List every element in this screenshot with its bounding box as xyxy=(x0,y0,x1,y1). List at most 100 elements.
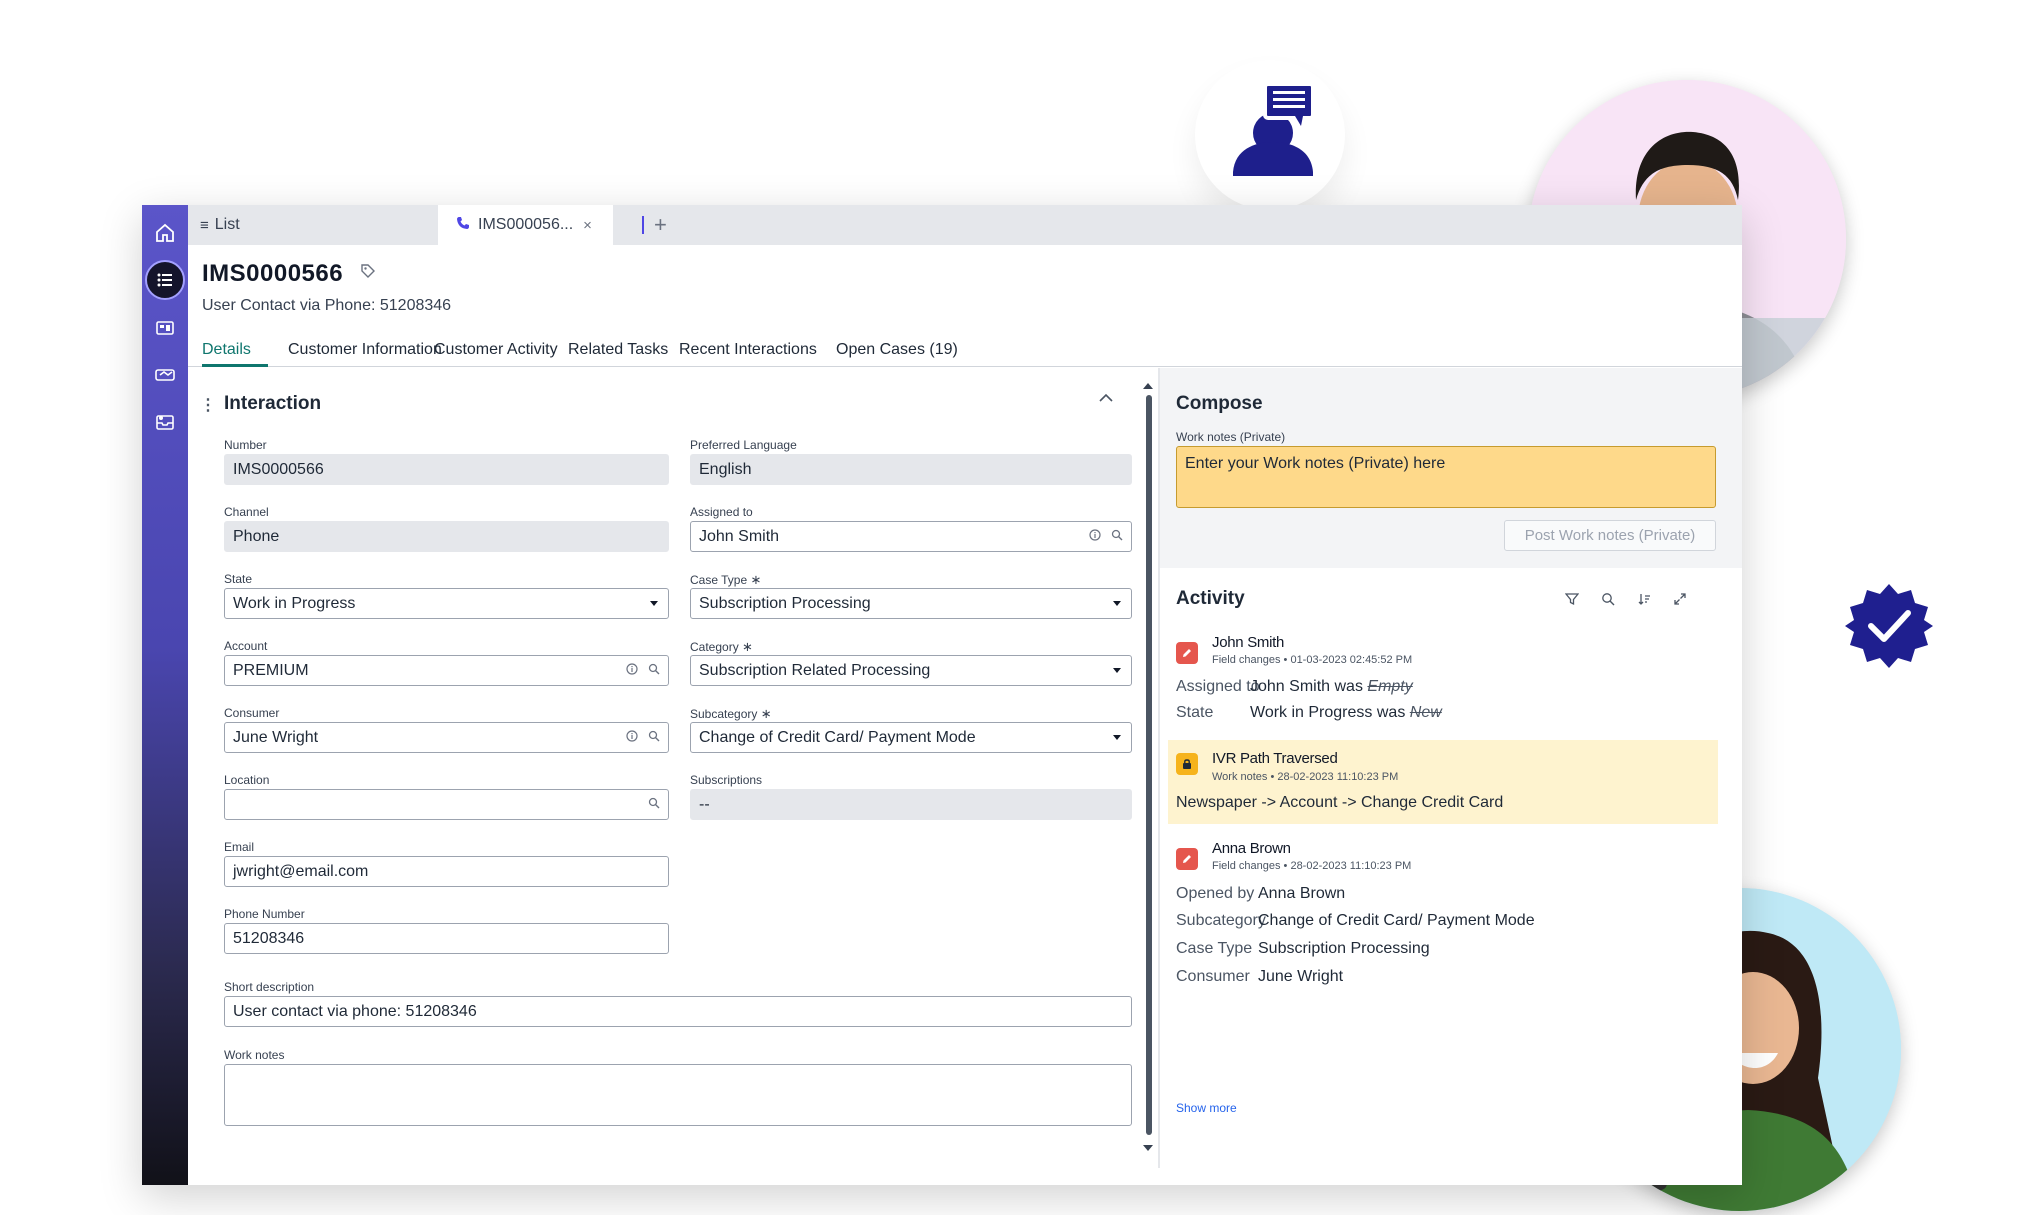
tab-recent-interactions[interactable]: Recent Interactions xyxy=(679,341,817,359)
tab-list[interactable]: ≡ List xyxy=(200,205,240,245)
consumer-field[interactable]: June Wright xyxy=(224,722,669,753)
activity-change-value: Anna Brown xyxy=(1258,885,1346,902)
state-select[interactable]: Work in Progress xyxy=(224,588,669,619)
activity-change-value: John Smith was Empty xyxy=(1250,678,1413,696)
app-window: ≡ List IMS000056... × + IMS0000566 User … xyxy=(142,205,1742,1185)
case-type-select[interactable]: Subscription Processing xyxy=(690,588,1132,619)
agent-chat-icon xyxy=(1233,82,1315,176)
tab-open-cases[interactable]: Open Cases (19) xyxy=(836,341,958,359)
agent-chat-bubble xyxy=(1195,60,1345,210)
handshake-icon[interactable] xyxy=(145,355,185,395)
activity-author: Anna Brown xyxy=(1212,840,1291,857)
assigned-to-field[interactable]: John Smith xyxy=(690,521,1132,552)
category-select[interactable]: Subscription Related Processing xyxy=(690,655,1132,686)
subcategory-value: Change of Credit Card/ Payment Mode xyxy=(699,728,976,746)
subcategory-select[interactable]: Change of Credit Card/ Payment Mode xyxy=(690,722,1132,753)
active-tab-indicator xyxy=(202,364,268,367)
category-label-text: Category xyxy=(690,640,739,654)
number-value: IMS0000566 xyxy=(233,460,324,478)
tab-details[interactable]: Details xyxy=(202,341,251,359)
change-old-value: Empty xyxy=(1367,678,1413,695)
lock-icon xyxy=(1176,753,1198,775)
add-tab-button[interactable]: + xyxy=(654,205,667,245)
activity-title: Activity xyxy=(1176,588,1245,609)
change-new-value: John Smith xyxy=(1250,678,1331,695)
subscriptions-field: -- xyxy=(690,789,1132,820)
account-field[interactable]: PREMIUM xyxy=(224,655,669,686)
preferred-language-label: Preferred Language xyxy=(690,438,797,452)
case-type-value: Subscription Processing xyxy=(699,594,871,612)
record-tabs: Details Customer Information Customer Ac… xyxy=(188,335,1742,367)
post-work-notes-button[interactable]: Post Work notes (Private) xyxy=(1504,520,1716,551)
work-notes-private-input[interactable]: Enter your Work notes (Private) here xyxy=(1176,446,1716,508)
drag-handle-icon[interactable]: ⋮ xyxy=(200,395,216,415)
activity-meta: Work notes • 28-02-2023 11:10:23 PM xyxy=(1212,771,1399,783)
activity-entry-ivr: IVR Path Traversed Work notes • 28-02-20… xyxy=(1168,740,1718,824)
expand-icon[interactable] xyxy=(1673,592,1687,606)
tab-customer-activity[interactable]: Customer Activity xyxy=(434,341,558,359)
activity-change-value: June Wright xyxy=(1258,968,1344,985)
search-icon[interactable] xyxy=(1111,529,1123,541)
activity-toolbar xyxy=(1565,592,1687,606)
info-icon[interactable] xyxy=(626,730,638,742)
subcategory-label-text: Subcategory xyxy=(690,707,758,721)
scroll-up-arrow-icon[interactable] xyxy=(1143,383,1153,389)
location-label: Location xyxy=(224,773,270,787)
state-label: State xyxy=(224,572,253,586)
search-icon[interactable] xyxy=(1601,592,1615,606)
search-icon[interactable] xyxy=(648,730,660,742)
activity-meta: Field changes • 01-03-2023 02:45:52 PM xyxy=(1212,654,1413,666)
show-more-link[interactable]: Show more xyxy=(1176,1101,1237,1115)
search-icon[interactable] xyxy=(648,797,660,809)
tab-interaction[interactable]: IMS000056... × xyxy=(438,205,613,245)
home-icon[interactable] xyxy=(145,213,185,253)
required-icon: ∗ xyxy=(742,639,753,654)
search-icon[interactable] xyxy=(648,663,660,675)
channel-value: Phone xyxy=(233,527,280,545)
phone-number-label: Phone Number xyxy=(224,907,305,921)
page-title: IMS0000566 xyxy=(202,260,344,287)
info-icon[interactable] xyxy=(626,663,638,675)
subscriptions-value: -- xyxy=(699,795,710,813)
tab-related-tasks[interactable]: Related Tasks xyxy=(568,341,668,359)
chevron-up-icon[interactable] xyxy=(1098,390,1114,408)
scrollbar-thumb[interactable] xyxy=(1146,395,1152,1135)
activity-panel: Activity John Smith Field changes • 01-0… xyxy=(1160,568,1742,1185)
phone-number-field[interactable]: 51208346 xyxy=(224,923,669,954)
assigned-to-value: John Smith xyxy=(699,527,780,545)
inbox-icon[interactable] xyxy=(145,402,185,442)
category-value: Subscription Related Processing xyxy=(699,661,931,679)
activity-change-key: Opened by xyxy=(1176,885,1255,902)
email-field[interactable]: jwright@email.com xyxy=(224,856,669,887)
tab-customer-information[interactable]: Customer Information xyxy=(288,341,442,359)
tab-interaction-label: IMS000056... xyxy=(478,216,574,233)
dropdown-caret-icon xyxy=(1113,735,1121,740)
page-subtitle: User Contact via Phone: 51208346 xyxy=(202,297,452,314)
location-field[interactable] xyxy=(224,789,669,820)
activity-change-key: Assigned to xyxy=(1176,678,1260,695)
category-label: Category ∗ xyxy=(690,639,753,655)
dashboard-icon[interactable] xyxy=(145,308,185,348)
tab-separator xyxy=(642,216,644,234)
info-icon[interactable] xyxy=(1089,529,1101,541)
close-icon[interactable]: × xyxy=(583,217,592,234)
case-type-label-text: Case Type xyxy=(690,573,748,587)
sort-icon[interactable] xyxy=(1637,592,1651,606)
tag-icon[interactable] xyxy=(360,263,376,284)
interaction-form: ⋮ Interaction Number IMS0000566 Channel … xyxy=(188,368,1298,1168)
work-notes-textarea[interactable] xyxy=(224,1064,1132,1126)
edit-pencil-icon xyxy=(1176,642,1198,664)
consumer-label: Consumer xyxy=(224,706,280,720)
activity-change-key: State xyxy=(1176,704,1214,721)
short-description-field[interactable]: User contact via phone: 51208346 xyxy=(224,996,1132,1027)
state-value: Work in Progress xyxy=(233,594,356,612)
account-label: Account xyxy=(224,639,268,653)
phone-number-value: 51208346 xyxy=(233,929,305,947)
number-field: IMS0000566 xyxy=(224,454,669,485)
activity-change-value: Change of Credit Card/ Payment Mode xyxy=(1258,912,1535,929)
list-icon[interactable] xyxy=(145,260,185,300)
scroll-down-arrow-icon[interactable] xyxy=(1143,1145,1153,1151)
filter-icon[interactable] xyxy=(1565,592,1579,606)
activity-change-key: Consumer xyxy=(1176,968,1250,985)
activity-author: IVR Path Traversed xyxy=(1212,750,1338,767)
